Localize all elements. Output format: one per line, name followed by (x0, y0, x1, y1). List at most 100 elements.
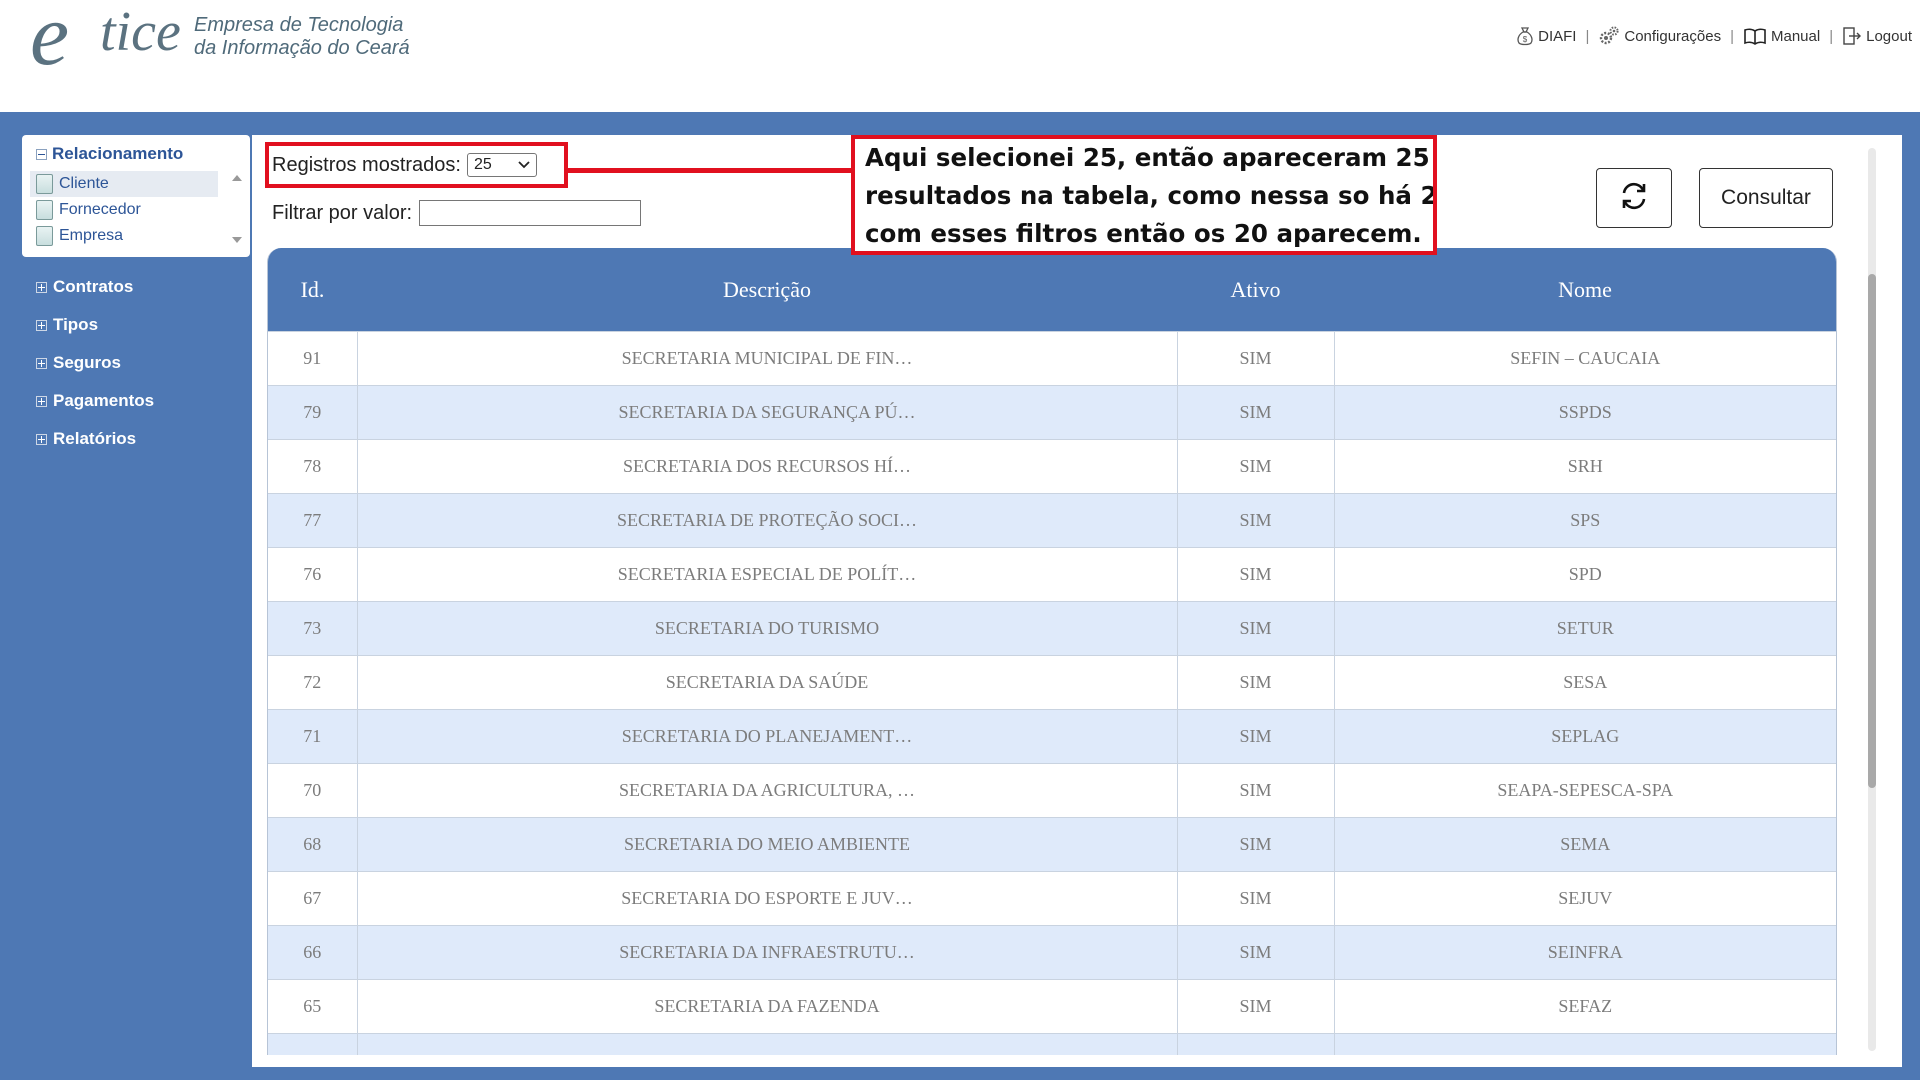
cell-nome: SEFAZ (1333, 979, 1836, 1034)
table-row-partial[interactable] (268, 1033, 1836, 1055)
column-header-descricao[interactable]: Descrição (357, 248, 1177, 332)
nav-configuracoes-label: Configurações (1624, 27, 1722, 45)
expand-icon (36, 281, 47, 293)
annotation-line: Aqui selecionei 25, então apareceram 25 (865, 143, 1430, 172)
cell-descricao: SECRETARIA MUNICIPAL DE FIN… (356, 331, 1178, 386)
sidebar-section-title: Relacionamento (52, 144, 184, 163)
nav-diafi[interactable]: $ DIAFI (1516, 26, 1576, 46)
cell-nome: SSPDS (1333, 385, 1836, 440)
sidebar-item-pagamentos[interactable]: Pagamentos (36, 382, 154, 420)
column-header-id[interactable]: Id. (268, 248, 357, 332)
cell-id: 67 (268, 871, 358, 926)
header: e tice Empresa de Tecnologia da Informaç… (0, 0, 1920, 112)
cell-nome: SEAPA-SEPESCA-SPA (1333, 763, 1836, 818)
table-row[interactable]: 79 SECRETARIA DA SEGURANÇA PÚ… SIM SSPDS (268, 385, 1836, 440)
table-row[interactable]: 66 SECRETARIA DA INFRAESTRUTU… SIM SEINF… (268, 925, 1836, 980)
nav-manual-label: Manual (1771, 27, 1821, 45)
cell-descricao: SECRETARIA DE PROTEÇÃO SOCI… (356, 493, 1178, 548)
cell-id: 72 (268, 655, 358, 710)
cell-id: 68 (268, 817, 358, 872)
expand-icon (36, 319, 47, 331)
main-scrollbar[interactable] (1866, 148, 1878, 1051)
expand-icon (36, 433, 47, 445)
table-row[interactable]: 67 SECRETARIA DO ESPORTE E JUV… SIM SEJU… (268, 871, 1836, 926)
table-row[interactable]: 68 SECRETARIA DO MEIO AMBIENTE SIM SEMA (268, 817, 1836, 872)
table-row[interactable]: 71 SECRETARIA DO PLANEJAMENT… SIM SEPLAG (268, 709, 1836, 764)
nav-configuracoes[interactable]: Configurações (1598, 26, 1721, 46)
cell-id: 91 (268, 331, 358, 386)
scroll-down-arrow-icon[interactable] (232, 237, 242, 243)
results-table: Id. Descrição Ativo Nome 91 SECRETARIA M… (268, 248, 1836, 1055)
nav-separator: | (1585, 27, 1590, 45)
sidebar-item-label: Contratos (53, 277, 134, 296)
etice-logo[interactable]: e tice Empresa de Tecnologia da Informaç… (30, 0, 430, 80)
cell-descricao: SECRETARIA DA SEGURANÇA PÚ… (356, 385, 1178, 440)
cell-nome: SESA (1333, 655, 1836, 710)
sidebar-item-relatorios[interactable]: Relatórios (36, 420, 154, 458)
sidebar-item-seguros[interactable]: Seguros (36, 344, 154, 382)
results-table-container: Id. Descrição Ativo Nome 91 SECRETARIA M… (267, 248, 1837, 1055)
document-icon (36, 200, 53, 220)
cell-id: 70 (268, 763, 358, 818)
annotation-line: resultados na tabela, como nessa so há 2… (865, 181, 1437, 210)
sidebar-item-label: Pagamentos (53, 391, 155, 410)
company-name: Empresa de Tecnologia da Informação do C… (194, 14, 410, 60)
cell-descricao: SECRETARIA DA INFRAESTRUTU… (356, 925, 1178, 980)
table-header-row: Id. Descrição Ativo Nome (268, 248, 1836, 332)
table-row[interactable]: 70 SECRETARIA DA AGRICULTURA, … SIM SEAP… (268, 763, 1836, 818)
cell-ativo: SIM (1176, 547, 1335, 602)
nav-separator: | (1829, 27, 1834, 45)
cell-nome: SPD (1333, 547, 1836, 602)
table-row[interactable]: 72 SECRETARIA DA SAÚDE SIM SESA (268, 655, 1836, 710)
cell-nome: SEMA (1333, 817, 1836, 872)
table-row[interactable]: 76 SECRETARIA ESPECIAL DE POLÍT… SIM SPD (268, 547, 1836, 602)
top-navigation: $ DIAFI | Configurações | Manual | Logou… (1516, 26, 1912, 46)
scroll-up-arrow-icon[interactable] (232, 175, 242, 181)
cell-ativo: SIM (1176, 979, 1335, 1034)
refresh-button[interactable] (1596, 168, 1672, 228)
cell-descricao: SECRETARIA DO MEIO AMBIENTE (356, 817, 1178, 872)
cell-id: 76 (268, 547, 358, 602)
expand-icon (36, 395, 47, 407)
consultar-button[interactable]: Consultar (1699, 168, 1833, 228)
nav-manual[interactable]: Manual (1743, 27, 1820, 45)
filter-label: Filtrar por valor: (272, 201, 413, 224)
sidebar-item-label: Empresa (59, 227, 124, 244)
nav-separator: | (1730, 27, 1734, 45)
table-row[interactable]: 91 SECRETARIA MUNICIPAL DE FIN… SIM SEFI… (268, 331, 1836, 386)
cell-nome: SEFIN – CAUCAIA (1333, 331, 1836, 386)
sidebar-item-label: Seguros (53, 353, 122, 372)
sidebar-item-cliente[interactable]: Cliente (30, 171, 218, 197)
cell-ativo: SIM (1176, 817, 1335, 872)
filter-input[interactable] (419, 200, 642, 226)
annotation-line: com esses filtros então os 20 aparecem. (865, 219, 1422, 248)
refresh-icon (1618, 181, 1650, 216)
cell-ativo: SIM (1176, 763, 1335, 818)
nav-logout-label: Logout (1866, 27, 1912, 45)
cell-descricao: SECRETARIA DO ESPORTE E JUV… (356, 871, 1178, 926)
cell-id: 77 (268, 493, 358, 548)
document-icon (36, 174, 53, 194)
cell-descricao: SECRETARIA DO TURISMO (356, 601, 1178, 656)
table-row[interactable]: 77 SECRETARIA DE PROTEÇÃO SOCI… SIM SPS (268, 493, 1836, 548)
sidebar-menu: Contratos Tipos Seguros Pagamentos Relat… (36, 268, 154, 458)
sidebar-item-contratos[interactable]: Contratos (36, 268, 154, 306)
table-row[interactable]: 65 SECRETARIA DA FAZENDA SIM SEFAZ (268, 979, 1836, 1034)
column-header-nome[interactable]: Nome (1334, 248, 1836, 332)
sidebar-item-empresa[interactable]: Empresa (30, 223, 218, 249)
table-row[interactable]: 73 SECRETARIA DO TURISMO SIM SETUR (268, 601, 1836, 656)
column-header-ativo[interactable]: Ativo (1177, 248, 1334, 332)
svg-text:$: $ (1523, 35, 1528, 44)
document-icon (36, 226, 53, 246)
sidebar-section-relacionamento[interactable]: Relacionamento (36, 144, 183, 164)
nav-logout[interactable]: Logout (1842, 26, 1912, 46)
cell-ativo: SIM (1176, 925, 1335, 980)
cell-descricao: SECRETARIA DA SAÚDE (356, 655, 1178, 710)
scrollbar-thumb[interactable] (1868, 274, 1876, 788)
gears-icon (1598, 26, 1620, 46)
sidebar-list-scrollbar[interactable] (228, 171, 246, 249)
table-row[interactable]: 78 SECRETARIA DOS RECURSOS HÍ… SIM SRH (268, 439, 1836, 494)
sidebar-item-fornecedor[interactable]: Fornecedor (30, 197, 218, 223)
sidebar-item-tipos[interactable]: Tipos (36, 306, 154, 344)
sidebar-item-label: Tipos (53, 315, 99, 334)
